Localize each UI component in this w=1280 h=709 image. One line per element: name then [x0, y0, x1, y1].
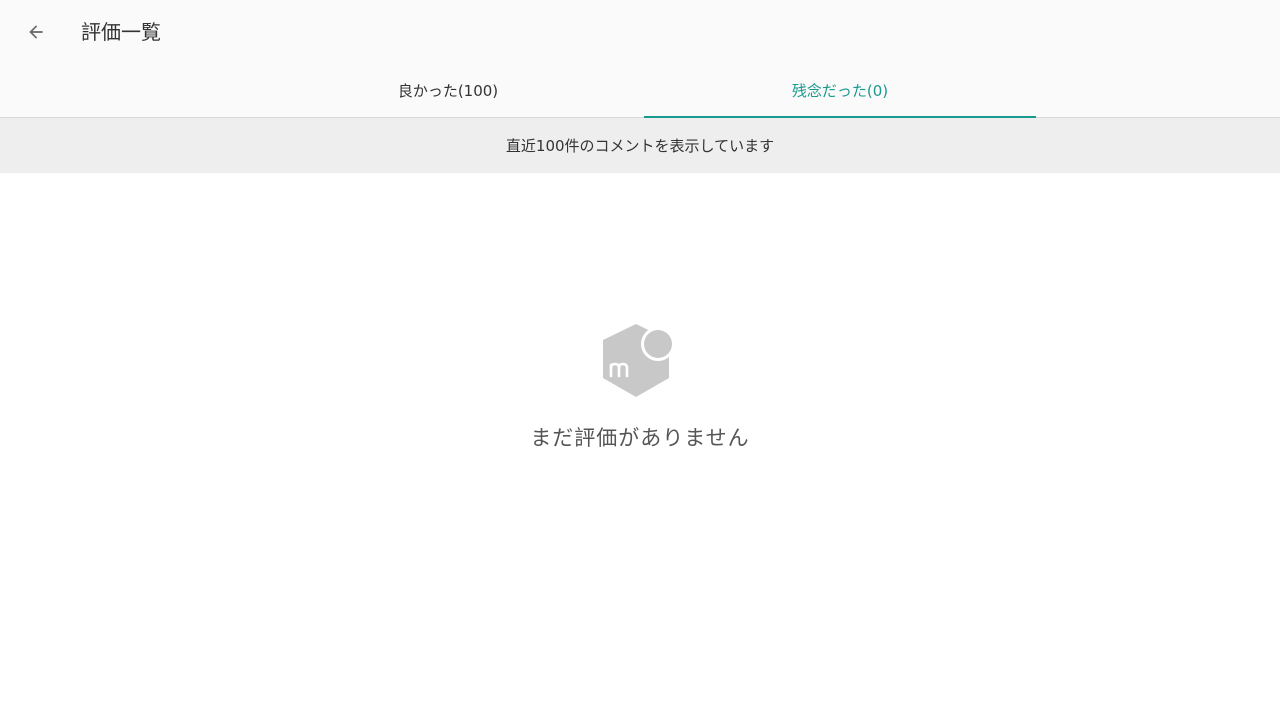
app-bar: 評価一覧 良かった(100) 残念だった(0) [0, 0, 1280, 119]
tab-bad-label: 残念だった(0) [791, 82, 889, 100]
empty-state: まだ評価がありません [0, 320, 1280, 452]
page-title: 評価一覧 [81, 20, 161, 44]
mercari-logo-icon [603, 324, 675, 397]
back-button[interactable] [18, 14, 54, 50]
tab-good-label: 良かった(100) [397, 82, 499, 100]
notice-bar: 直近100件のコメントを表示しています [0, 118, 1280, 173]
arrow-left-icon [29, 25, 43, 39]
empty-message: まだ評価がありません [530, 426, 750, 450]
tab-good[interactable]: 良かった(100) [252, 66, 644, 118]
app-root: 評価一覧 良かった(100) 残念だった(0) 直近100件のコメントを表示して… [0, 0, 1280, 709]
tab-bad[interactable]: 残念だった(0) [644, 66, 1036, 119]
notice-text: 直近100件のコメントを表示しています [505, 137, 775, 155]
